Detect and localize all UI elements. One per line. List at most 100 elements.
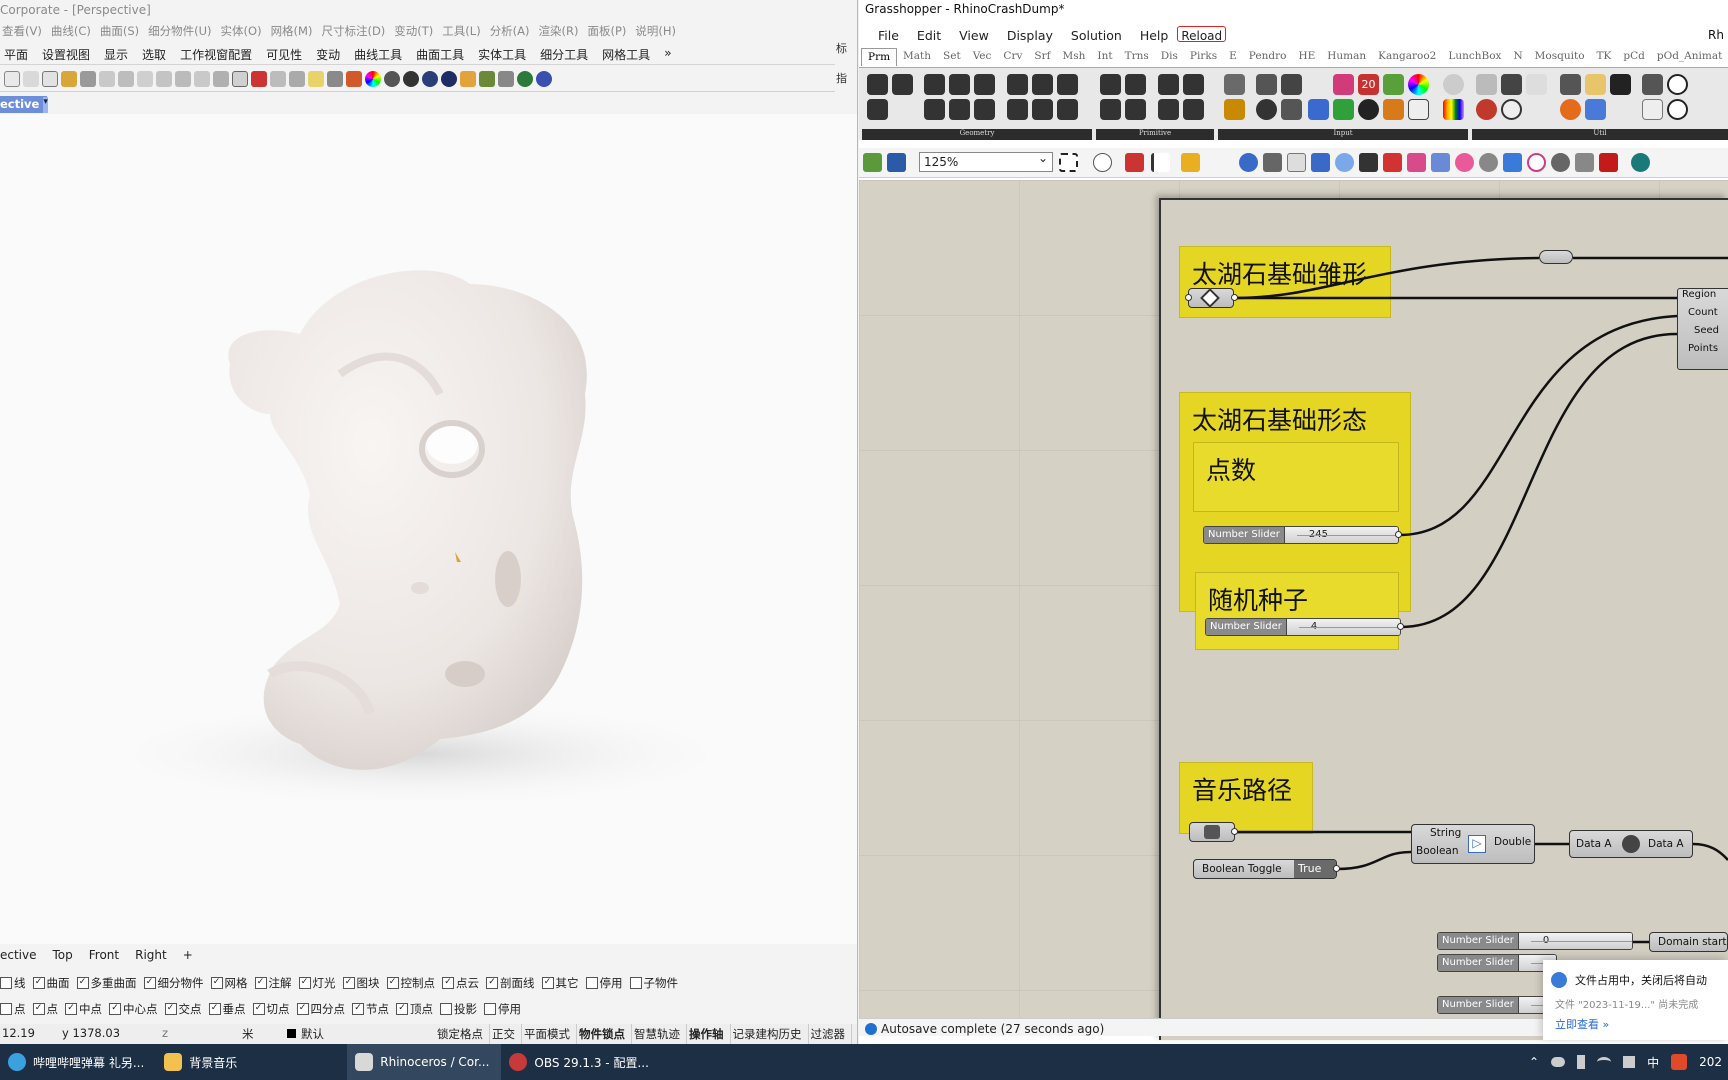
rhino-tab-transform[interactable]: 变动 (312, 43, 350, 64)
brep-icon[interactable] (974, 99, 995, 120)
rhino-menu-dimension[interactable]: 尺寸标注(D) (319, 20, 392, 42)
zoom-extents-icon[interactable] (1059, 153, 1078, 172)
pan-icon[interactable] (99, 70, 115, 87)
bowl-icon[interactable] (1560, 74, 1581, 95)
layer-label[interactable]: 默认 (285, 1024, 435, 1044)
taskbar-item[interactable]: 哔哩哔哩弹幕 礼另... (0, 1044, 156, 1080)
grid-icon[interactable] (1503, 153, 1522, 172)
rhino-tab-set-view[interactable]: 设置视图 (38, 43, 100, 64)
gh-tab[interactable]: Msh (1057, 48, 1092, 66)
clock-icon[interactable] (1358, 99, 1379, 120)
text-tag-icon[interactable] (1526, 74, 1547, 95)
status-gumball[interactable]: 操作轴 (687, 1024, 731, 1044)
filter-checkbox[interactable]: 注解 (255, 972, 292, 994)
swatch-icon[interactable] (1333, 74, 1354, 95)
wire-icon[interactable] (1359, 153, 1378, 172)
cplane-icon[interactable] (251, 70, 267, 87)
chevron-up-icon[interactable]: ⌃ (1529, 1055, 1539, 1069)
pencil-icon[interactable] (1585, 74, 1606, 95)
status-grid-snap[interactable]: 锁定格点 (435, 1024, 490, 1044)
viewport-tab-right[interactable]: Right (135, 948, 167, 968)
slider-random-seed[interactable]: Number Slider 4 (1205, 618, 1401, 636)
circle-icon[interactable] (867, 99, 888, 120)
filter-checkbox[interactable]: 垂点 (209, 998, 246, 1020)
rhino-tab-mesh-tools[interactable]: 网格工具 (598, 43, 660, 64)
domain-icon[interactable] (1183, 99, 1204, 120)
monitor-icon[interactable] (1585, 99, 1606, 120)
gh-tab[interactable]: E (1223, 48, 1243, 66)
perspective-viewport[interactable] (0, 114, 857, 944)
filter-checkbox[interactable]: 点云 (442, 972, 479, 994)
mesh-icon[interactable] (1007, 74, 1028, 95)
rhino-tab-curve-tools[interactable]: 曲线工具 (350, 43, 412, 64)
rhino-menu-surface[interactable]: 曲面(S) (98, 20, 146, 42)
bake-icon[interactable] (1551, 153, 1570, 172)
rhino-tabs-overflow[interactable]: » (660, 43, 681, 64)
undo-icon[interactable] (80, 70, 96, 87)
filter-checkbox[interactable]: 停用 (586, 972, 623, 994)
status-planar[interactable]: 平面模式 (522, 1024, 577, 1044)
app-tray-icon[interactable] (1671, 1054, 1688, 1070)
crossing-icon[interactable] (1501, 74, 1522, 95)
rotate-view-icon[interactable] (118, 70, 134, 87)
rhino-menu-view[interactable]: 查看(V) (0, 20, 49, 42)
populate-geometry-component[interactable]: Region Count Seed Points (1677, 288, 1728, 370)
gh-tab[interactable]: Mosquito (1529, 48, 1591, 66)
copy-icon[interactable] (42, 70, 58, 87)
rhino-menu-analyze[interactable]: 分析(A) (488, 20, 537, 42)
plugin-icon[interactable] (1383, 153, 1402, 172)
gh-tab[interactable]: Kangaroo2 (1372, 48, 1442, 66)
gradient-icon[interactable] (1224, 99, 1245, 120)
search-icon[interactable] (1667, 74, 1688, 95)
gh-menu-help[interactable]: Help (1131, 25, 1178, 47)
stop-icon[interactable] (1667, 99, 1688, 120)
filter-checkbox[interactable]: 细分物件 (144, 972, 204, 994)
text-icon[interactable] (1125, 99, 1146, 120)
status-smarttrack[interactable]: 智慧轨迹 (632, 1024, 687, 1044)
render-sphere-icon[interactable] (403, 70, 419, 87)
filter-checkbox[interactable]: 切点 (253, 998, 290, 1020)
rhino-menu-curve[interactable]: 曲线(C) (49, 20, 98, 42)
rhino-tab-solid-tools[interactable]: 实体工具 (474, 43, 536, 64)
usb-icon[interactable] (1577, 1055, 1586, 1069)
data-icon[interactable] (1158, 74, 1179, 95)
preview-icon[interactable] (1239, 153, 1258, 172)
eye-icon[interactable] (1093, 153, 1112, 172)
graph-icon[interactable] (1408, 99, 1429, 120)
rhino-menu-solid[interactable]: 实体(O) (219, 20, 269, 42)
filter-checkbox[interactable]: 线 (0, 972, 26, 994)
gha-icon[interactable] (1263, 153, 1282, 172)
rotate-icon[interactable] (1610, 74, 1631, 95)
gh-tab[interactable]: HE (1292, 48, 1321, 66)
filter-checkbox[interactable]: 顶点 (396, 998, 433, 1020)
status-history[interactable]: 记录建构历史 (731, 1024, 809, 1044)
paste-icon[interactable] (61, 70, 77, 87)
matrix-icon[interactable] (1308, 99, 1329, 120)
undo-view-icon[interactable] (213, 70, 229, 87)
rhino-menu-tools[interactable]: 工具(L) (440, 20, 487, 42)
lock-icon[interactable] (327, 70, 343, 87)
notification-link[interactable]: 立即查看 » (1555, 1016, 1609, 1032)
button-icon[interactable] (1281, 74, 1302, 95)
color-picker-icon[interactable] (1383, 74, 1404, 95)
group-point-count[interactable]: 点数 (1193, 442, 1399, 512)
open-icon[interactable] (863, 153, 882, 172)
cloud-icon[interactable] (1551, 1057, 1566, 1067)
gh-tab[interactable]: Srf (1028, 48, 1056, 66)
gh-tab[interactable]: Pendro (1243, 48, 1293, 66)
point-icon[interactable] (867, 74, 888, 95)
render-icon[interactable] (1599, 153, 1618, 172)
number-icon[interactable] (1100, 99, 1121, 120)
toggle-value[interactable]: True (1294, 860, 1336, 878)
field-icon[interactable] (1057, 74, 1078, 95)
grid-icon[interactable] (270, 70, 286, 87)
integer-icon[interactable] (1100, 74, 1121, 95)
viewport-tab-top[interactable]: Top (53, 948, 73, 968)
panel-icon[interactable] (1224, 74, 1245, 95)
rhino-menu-subd[interactable]: 细分物件(U) (146, 20, 218, 42)
pencil-icon[interactable] (460, 70, 476, 87)
four-view-icon[interactable] (232, 70, 248, 87)
cherry-icon[interactable] (1476, 99, 1497, 120)
status-osnap[interactable]: 物件锁点 (577, 1024, 632, 1044)
filter-checkbox[interactable]: 灯光 (299, 972, 336, 994)
